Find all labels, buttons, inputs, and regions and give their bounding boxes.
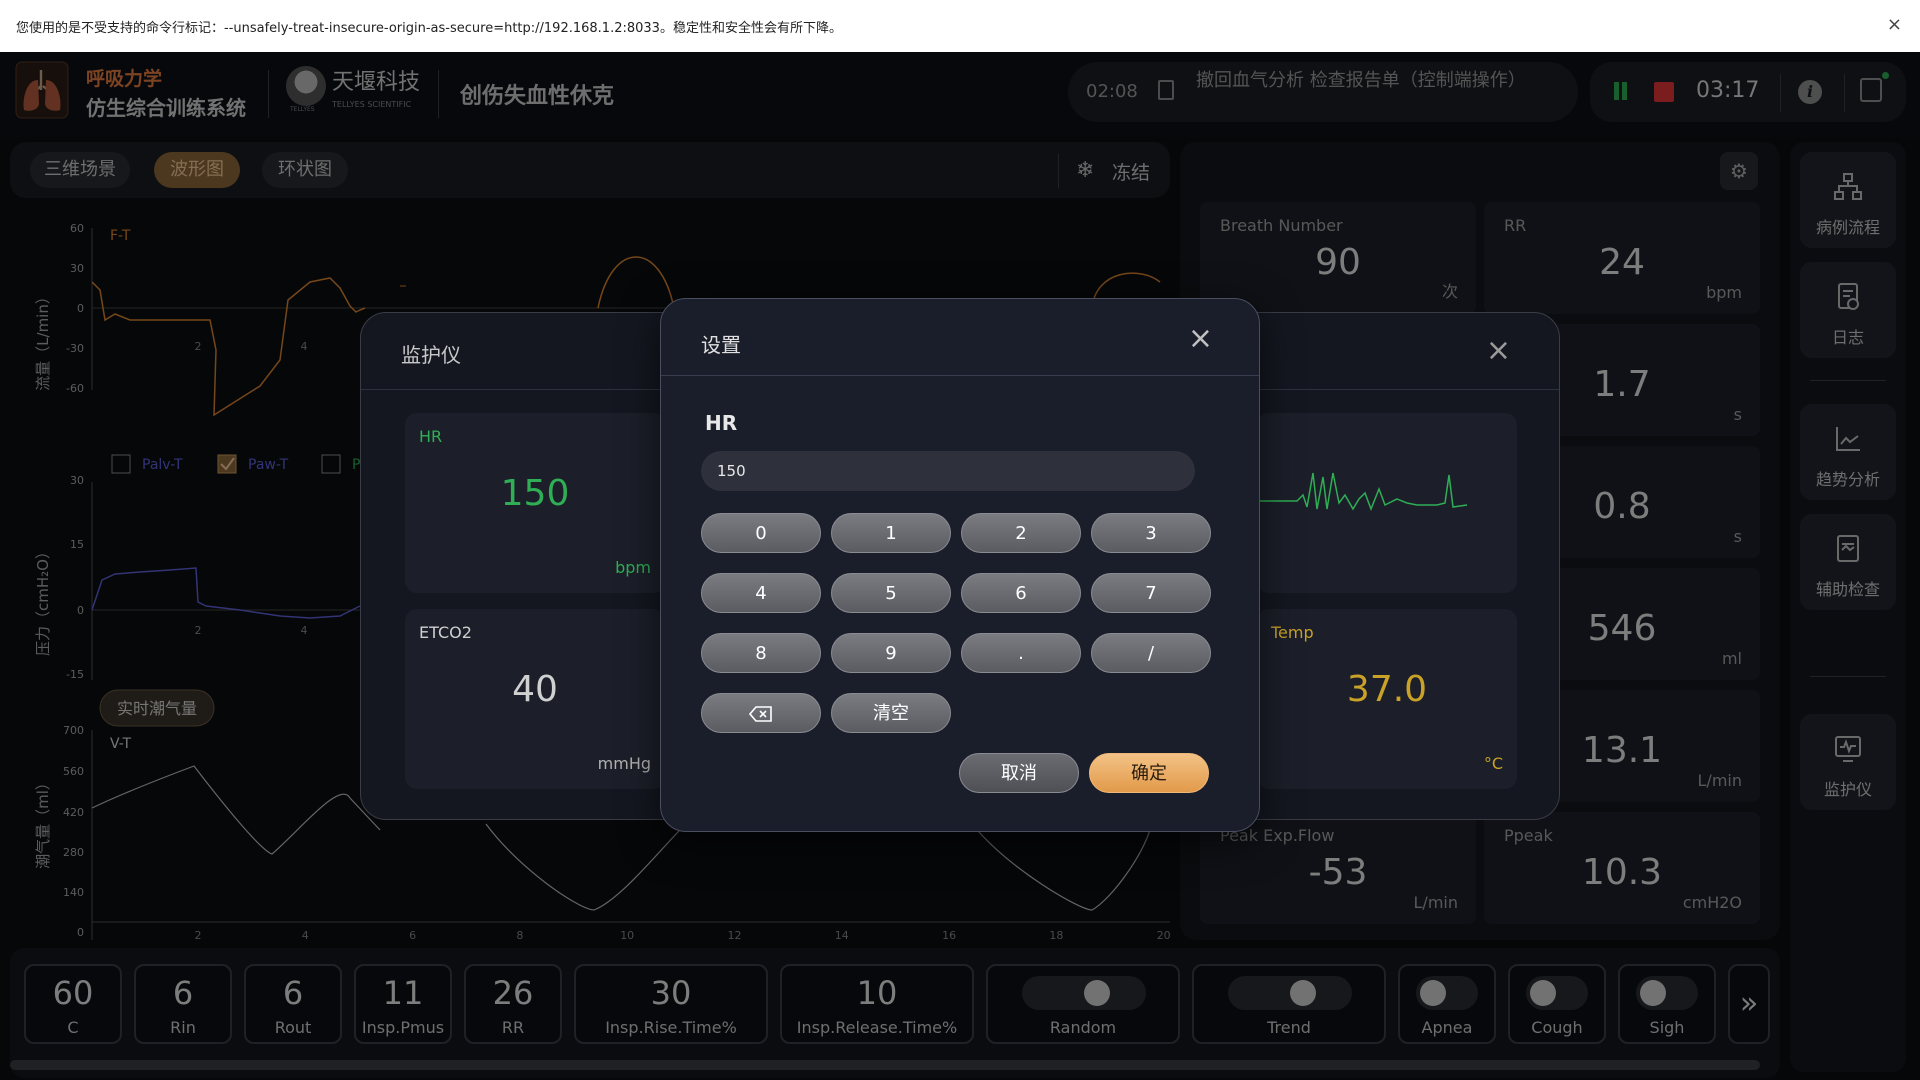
backspace-button[interactable]	[701, 693, 821, 733]
keypad-key-5[interactable]: 5	[831, 573, 951, 613]
hr-value: 150	[500, 473, 570, 514]
settings-dialog: 设置 × HR 0 1 2 3 4 5 6 7 8 9 . / 清空 取消 确定	[660, 298, 1260, 832]
cancel-button[interactable]: 取消	[959, 753, 1079, 793]
temp-value: 37.0	[1346, 669, 1428, 710]
hr-label: HR	[419, 427, 443, 446]
ecg-waveform	[1257, 472, 1468, 512]
keypad-key-2[interactable]: 2	[961, 513, 1081, 553]
keypad-key-dot[interactable]: .	[961, 633, 1081, 673]
insecure-origin-warning-bar: 您使用的是不受支持的命令行标记：--unsafely-treat-insecur…	[0, 0, 1920, 52]
etco2-label: ETCO2	[419, 623, 472, 642]
hr-value-input[interactable]	[701, 451, 1195, 491]
hr-unit: bpm	[615, 558, 651, 577]
keypad-key-9[interactable]: 9	[831, 633, 951, 673]
field-label: HR	[705, 411, 738, 435]
ecg-waveform-card	[1257, 413, 1517, 593]
settings-dialog-divider	[661, 375, 1259, 376]
confirm-button[interactable]: 确定	[1089, 753, 1209, 793]
keypad-key-slash[interactable]: /	[1091, 633, 1211, 673]
keypad-key-4[interactable]: 4	[701, 573, 821, 613]
temp-vital-card[interactable]: Temp 37.0 °C	[1257, 609, 1517, 789]
keypad-key-7[interactable]: 7	[1091, 573, 1211, 613]
backspace-icon	[748, 706, 772, 722]
warning-close-icon[interactable]: ×	[1887, 14, 1902, 35]
etco2-vital-card[interactable]: ETCO2 40 mmHg	[405, 609, 665, 789]
etco2-unit: mmHg	[597, 754, 651, 773]
etco2-value: 40	[512, 669, 558, 710]
keypad-key-1[interactable]: 1	[831, 513, 951, 553]
settings-close-icon[interactable]: ×	[1188, 321, 1213, 356]
keypad-key-6[interactable]: 6	[961, 573, 1081, 613]
keypad-key-0[interactable]: 0	[701, 513, 821, 553]
clear-button[interactable]: 清空	[831, 693, 951, 733]
temp-unit: °C	[1483, 754, 1503, 773]
warning-text: 您使用的是不受支持的命令行标记：--unsafely-treat-insecur…	[16, 20, 842, 36]
keypad-key-8[interactable]: 8	[701, 633, 821, 673]
monitor-dialog-title: 监护仪	[401, 343, 461, 367]
monitor-close-icon[interactable]: ×	[1486, 333, 1511, 368]
temp-label: Temp	[1271, 623, 1314, 642]
keypad-key-3[interactable]: 3	[1091, 513, 1211, 553]
settings-dialog-title: 设置	[701, 333, 741, 357]
hr-vital-card[interactable]: HR 150 bpm	[405, 413, 665, 593]
